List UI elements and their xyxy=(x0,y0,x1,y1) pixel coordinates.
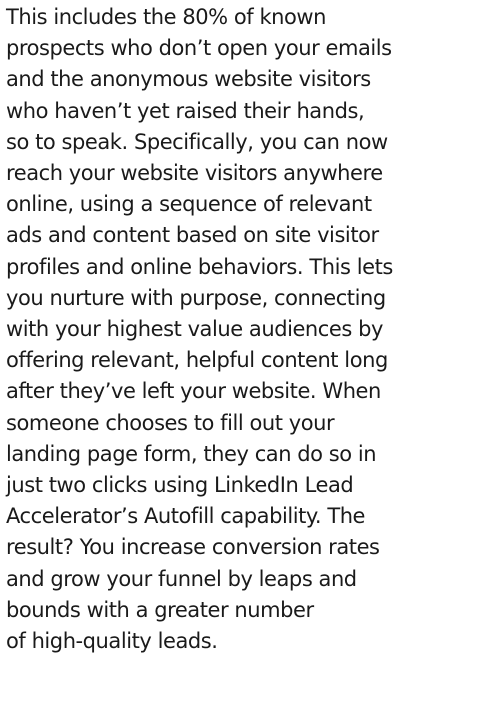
paragraph-line: profiles and online behaviors. This lets xyxy=(6,254,393,279)
paragraph-line: and grow your funnel by leaps and xyxy=(6,566,357,591)
paragraph-line: you nurture with purpose, connecting xyxy=(6,285,386,310)
paragraph-line: after they’ve left your website. When xyxy=(6,379,381,404)
paragraph-line: ads and content based on site visitor xyxy=(6,223,379,248)
paragraph-line: landing page form, they can do so in xyxy=(6,441,377,466)
paragraph-line: with your highest value audiences by xyxy=(6,317,383,342)
paragraph-line: someone chooses to fill out your xyxy=(6,410,335,435)
paragraph-line: of high-quality leads. xyxy=(6,629,218,654)
paragraph-line: bounds with a greater number xyxy=(6,597,314,622)
paragraph-line: prospects who don’t open your emails xyxy=(6,36,392,61)
paragraph-line: Accelerator’s Autofill capability. The xyxy=(6,504,366,529)
paragraph-line: offering relevant, helpful content long xyxy=(6,348,388,373)
paragraph-line: who haven’t yet raised their hands, xyxy=(6,98,365,123)
paragraph-line: and the anonymous website visitors xyxy=(6,67,371,92)
paragraph-line: reach your website visitors anywhere xyxy=(6,161,383,186)
paragraph-line: just two clicks using LinkedIn Lead xyxy=(6,473,354,498)
paragraph-line: This includes the 80% of known xyxy=(6,5,326,29)
paragraph-line: online, using a sequence of relevant xyxy=(6,192,372,217)
document-page: This includes the 80% of known prospects… xyxy=(0,0,479,728)
body-paragraph: This includes the 80% of known prospects… xyxy=(6,2,476,657)
paragraph-line: so to speak. Specifically, you can now xyxy=(6,129,388,154)
paragraph-line: result? You increase conversion rates xyxy=(6,535,380,560)
